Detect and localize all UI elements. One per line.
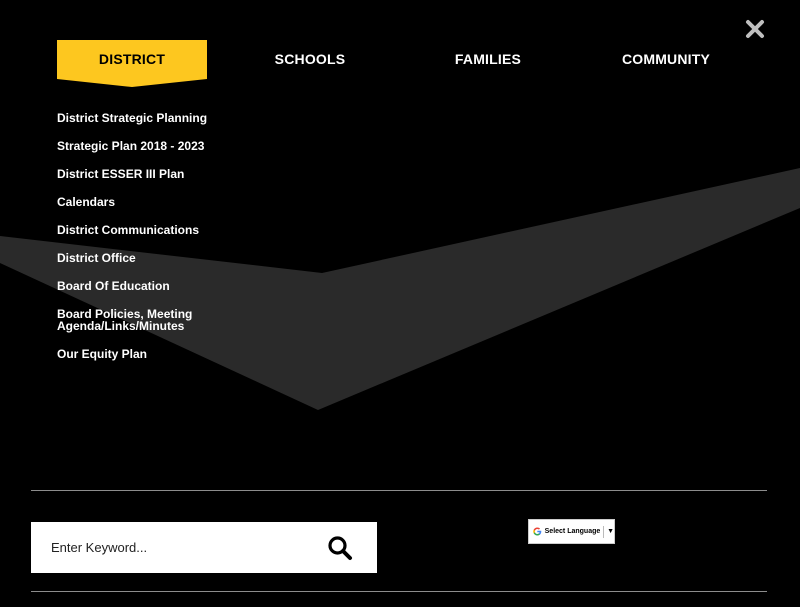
- menu-item-board-of-education[interactable]: Board Of Education: [57, 280, 277, 292]
- menu-item-district-office[interactable]: District Office: [57, 252, 277, 264]
- language-select-label: Select Language: [544, 528, 601, 535]
- tab-district[interactable]: DISTRICT: [57, 40, 207, 87]
- tab-schools[interactable]: SCHOOLS: [235, 40, 385, 78]
- tab-community[interactable]: COMMUNITY: [591, 40, 741, 78]
- search-input[interactable]: [49, 531, 313, 564]
- search-box: [31, 522, 377, 573]
- tab-schools-label: SCHOOLS: [274, 51, 346, 67]
- language-select[interactable]: Select Language ▼: [528, 519, 615, 544]
- bottom-divider: [31, 591, 767, 592]
- tab-families[interactable]: FAMILIES: [413, 40, 563, 78]
- tab-community-label: COMMUNITY: [621, 51, 711, 67]
- google-g-icon: [533, 527, 542, 536]
- district-submenu: District Strategic Planning Strategic Pl…: [57, 112, 277, 376]
- tab-district-label: DISTRICT: [98, 51, 166, 67]
- menu-item-communications[interactable]: District Communications: [57, 224, 277, 236]
- mega-menu-overlay: DISTRICT SCHOOLS FAMILIES COMMUNITY Dist…: [0, 0, 800, 607]
- menu-item-equity-plan[interactable]: Our Equity Plan: [57, 348, 277, 360]
- close-icon[interactable]: [744, 18, 766, 40]
- menu-item-calendars[interactable]: Calendars: [57, 196, 277, 208]
- search-icon[interactable]: [327, 535, 353, 561]
- menu-item-esser-plan[interactable]: District ESSER III Plan: [57, 168, 277, 180]
- tab-families-label: FAMILIES: [454, 51, 522, 67]
- chevron-down-icon: ▼: [607, 528, 614, 535]
- menu-item-strategic-planning[interactable]: District Strategic Planning: [57, 112, 277, 124]
- top-divider: [31, 490, 767, 491]
- menu-item-board-policies[interactable]: Board Policies, Meeting Agenda/Links/Min…: [57, 308, 207, 332]
- menu-item-strategic-plan[interactable]: Strategic Plan 2018 - 2023: [57, 140, 277, 152]
- language-select-separator: [603, 525, 605, 538]
